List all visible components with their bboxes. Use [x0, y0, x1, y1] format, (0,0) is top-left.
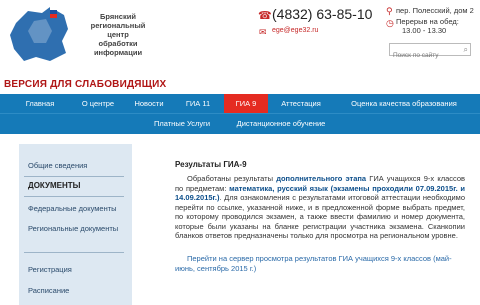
nav-item-gia11[interactable]: ГИА 11 [172, 94, 224, 113]
lunch-hours: 13.00 - 13.30 [402, 26, 447, 35]
org-name-line: Брянский [100, 12, 136, 21]
search-input[interactable] [390, 50, 461, 61]
nav-item-about[interactable]: О центре [70, 94, 126, 113]
results-server-link[interactable]: Перейти на сервер просмотра результатов … [175, 254, 460, 273]
lunch-label: Перерыв на обед: [396, 17, 459, 26]
nav-item-attestation[interactable]: Аттестация [268, 94, 334, 113]
nav-item-gia9[interactable]: ГИА 9 [224, 94, 268, 113]
mail-icon: ✉ [259, 27, 267, 37]
email-link[interactable]: ege@ege32.ru [272, 27, 318, 34]
additional-stage-highlight: дополнительного этапа [276, 174, 367, 183]
phone-number: (4832) 63-85-10 [272, 6, 373, 22]
nav-item-quality-assessment[interactable]: Оценка качества образования [334, 94, 474, 113]
address: пер. Полесский, дом 2 [396, 6, 474, 15]
search-box: ⌕ [389, 43, 471, 61]
sidebar-item-regional-documents[interactable]: Региональные документы [28, 224, 118, 233]
results-announcement: Обработаны результаты дополнительного эт… [175, 174, 465, 241]
org-name-line: центр [107, 30, 129, 39]
sidebar-item-schedule[interactable]: Расписание [28, 286, 69, 295]
nav-item-paid-services[interactable]: Платные Услуги [140, 114, 224, 133]
clock-icon: ◷ [386, 18, 394, 28]
sidebar-divider [24, 196, 124, 197]
sidebar-item-general-info[interactable]: Общие сведения [28, 161, 87, 170]
announcement-text: Обработаны результаты [187, 174, 277, 183]
lunch-break-info: Перерыв на обед: 13.00 - 13.30 [396, 17, 459, 35]
low-vision-version-link[interactable]: ВЕРСИЯ ДЛЯ СЛАБОВИДЯЩИХ [4, 79, 166, 90]
org-name-line: обработки [98, 39, 138, 48]
sidebar-item-federal-documents[interactable]: Федеральные документы [28, 204, 117, 213]
nav-item-distance-learning[interactable]: Дистанционное обучение [226, 114, 336, 133]
sidebar-divider [24, 252, 124, 253]
sidebar-item-documents[interactable]: ДОКУМЕНТЫ [28, 181, 80, 190]
nav-item-home[interactable]: Главная [12, 94, 68, 113]
location-pin-icon: ⚲ [386, 6, 393, 16]
sidebar-divider [24, 176, 124, 177]
main-navigation: Главная О центре Новости ГИА 11 ГИА 9 Ат… [0, 94, 480, 134]
page-title: Результаты ГИА-9 [175, 160, 247, 169]
nav-item-news[interactable]: Новости [126, 94, 172, 113]
org-name-line: региональный [90, 21, 146, 30]
bryansk-map-logo-icon[interactable] [6, 3, 74, 65]
sidebar-item-registration[interactable]: Регистрация [28, 265, 72, 274]
site-header: Брянский региональный центр обработки ин… [0, 0, 480, 92]
search-icon[interactable]: ⌕ [464, 44, 468, 55]
phone-icon: ☎ [258, 10, 272, 22]
organization-name: Брянский региональный центр обработки ин… [78, 12, 158, 57]
org-name-line: информации [93, 48, 143, 57]
